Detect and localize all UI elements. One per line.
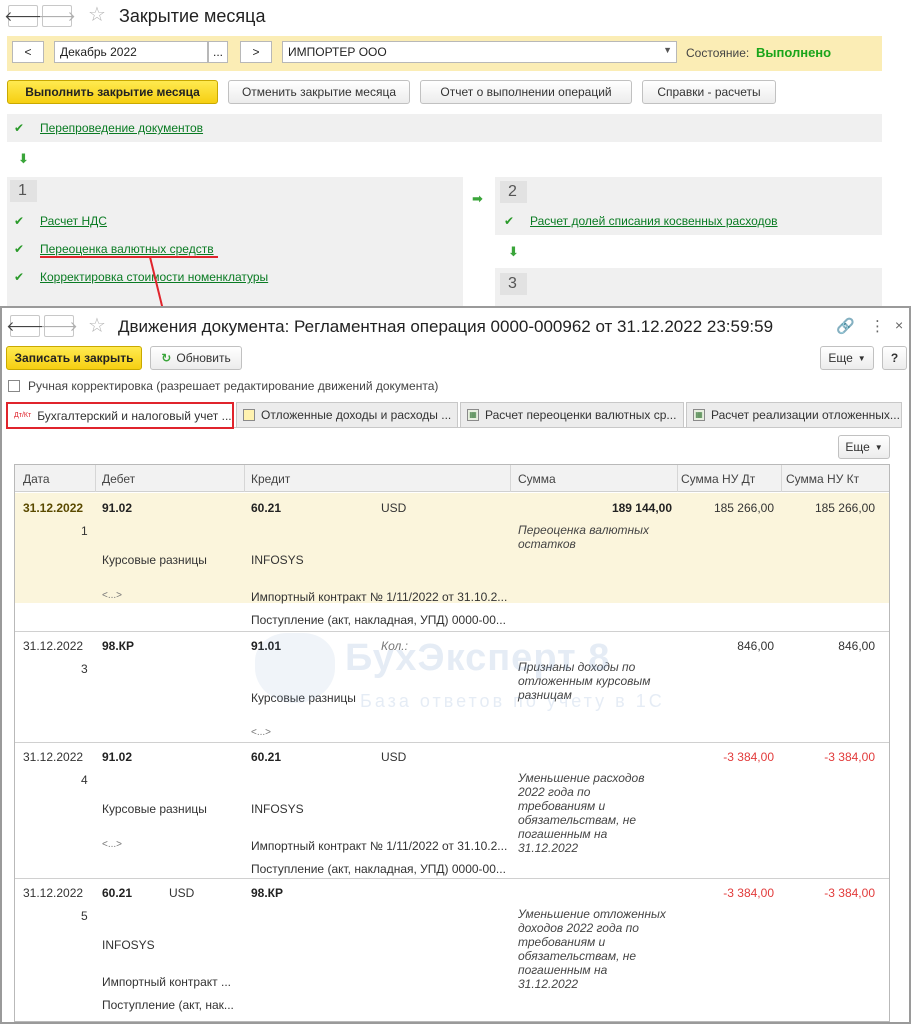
tab-label: Расчет реализации отложенных... bbox=[711, 408, 900, 422]
status-value: Выполнено bbox=[756, 45, 832, 60]
currency-revaluation-link[interactable]: Переоценка валютных средств bbox=[40, 242, 214, 256]
arrow-left-icon: 🡐 bbox=[4, 7, 42, 24]
dialog-title: Движения документа: Регламентная операци… bbox=[118, 317, 774, 336]
watermark-title: БухЭксперт 8 bbox=[345, 637, 611, 679]
check-icon: ✔ bbox=[14, 121, 25, 135]
col-debit[interactable]: Дебет bbox=[102, 472, 135, 486]
more-label: Еще bbox=[845, 440, 870, 454]
col-date[interactable]: Дата bbox=[23, 472, 50, 486]
more-vertical-icon[interactable]: ⋮ bbox=[870, 317, 885, 335]
chevron-down-icon: ▼ bbox=[874, 442, 883, 452]
check-icon: ✔ bbox=[14, 242, 25, 256]
refresh-icon: ↻ bbox=[161, 351, 172, 365]
col-sum-nu-kt[interactable]: Сумма НУ Кт bbox=[786, 472, 859, 486]
vat-calculation-link[interactable]: Расчет НДС bbox=[40, 214, 107, 228]
help-button[interactable]: ? bbox=[882, 346, 907, 370]
tab-label: Отложенные доходы и расходы ... bbox=[261, 408, 452, 422]
arrow-down-icon: ⬇ bbox=[508, 244, 519, 259]
step1-number: 1 bbox=[18, 182, 27, 199]
favorite-star-icon[interactable]: ☆ bbox=[88, 316, 106, 336]
table-icon: ▦ bbox=[467, 409, 479, 421]
watermark-logo bbox=[255, 633, 335, 703]
check-icon: ✔ bbox=[504, 214, 515, 228]
indirect-costs-link[interactable]: Расчет долей списания косвенных расходов bbox=[530, 214, 778, 228]
refresh-button[interactable]: ↻ Обновить bbox=[150, 346, 242, 370]
forward-button[interactable]: 🡒 bbox=[38, 5, 76, 27]
organization-field[interactable]: ИМПОРТЕР ООО ▼ bbox=[282, 41, 677, 63]
period-select-button[interactable]: ... bbox=[208, 41, 228, 63]
calculations-button[interactable]: Справки - расчеты bbox=[642, 80, 776, 104]
tab-label: Расчет переоценки валютных ср... bbox=[485, 408, 677, 422]
tab-currency-revaluation[interactable]: ▦ Расчет переоценки валютных ср... bbox=[460, 402, 684, 428]
arrow-down-icon: ⬇ bbox=[18, 151, 29, 166]
chevron-down-icon: ▼ bbox=[857, 353, 866, 363]
chevron-down-icon[interactable]: ▼ bbox=[663, 45, 672, 55]
step3-panel bbox=[495, 268, 882, 308]
check-icon: ✔ bbox=[14, 270, 25, 284]
tab-label: Бухгалтерский и налоговый учет ... bbox=[37, 408, 232, 423]
more-label: Еще bbox=[828, 351, 853, 365]
status-label: Состояние: bbox=[686, 46, 750, 60]
movements-table: Дата Дебет Кредит Сумма Сумма НУ Дт Сумм… bbox=[14, 464, 890, 1022]
tab-deferred-income[interactable]: Отложенные доходы и расходы ... bbox=[236, 402, 458, 428]
window-title: Закрытие месяца bbox=[119, 6, 266, 26]
period-next-button[interactable]: > bbox=[240, 41, 272, 63]
col-sum[interactable]: Сумма bbox=[518, 472, 556, 486]
step2-number: 2 bbox=[508, 183, 517, 200]
back-button[interactable]: 🡐 bbox=[4, 5, 42, 27]
forward-button[interactable]: 🡒 bbox=[40, 315, 78, 337]
col-sum-nu-dt[interactable]: Сумма НУ Дт bbox=[681, 472, 755, 486]
operations-report-button[interactable]: Отчет о выполнении операций bbox=[420, 80, 632, 104]
refresh-label: Обновить bbox=[176, 351, 231, 365]
organization-value: ИМПОРТЕР ООО bbox=[288, 45, 387, 59]
arrow-right-icon: ➡ bbox=[472, 191, 483, 206]
arrow-right-icon: 🡒 bbox=[40, 317, 78, 334]
period-prev-button[interactable]: < bbox=[12, 41, 44, 63]
check-icon: ✔ bbox=[14, 214, 25, 228]
tab-accounting[interactable]: Дт/Кт Бухгалтерский и налоговый учет ... bbox=[6, 402, 234, 429]
cancel-month-close-button[interactable]: Отменить закрытие месяца bbox=[228, 80, 410, 104]
tabs-bar: Дт/Кт Бухгалтерский и налоговый учет ...… bbox=[6, 402, 902, 429]
more-button[interactable]: Еще ▼ bbox=[820, 346, 874, 370]
watermark-subtitle: База ответов по учету в 1С bbox=[360, 691, 665, 711]
table-header: Дата Дебет Кредит Сумма Сумма НУ Дт Сумм… bbox=[15, 465, 889, 492]
document-movements-dialog: 🡐 🡒 ☆ Движения документа: Регламентная о… bbox=[0, 306, 911, 1024]
arrow-right-icon: 🡒 bbox=[38, 7, 76, 24]
favorite-star-icon[interactable]: ☆ bbox=[88, 5, 106, 25]
reposting-link[interactable]: Перепроведение документов bbox=[40, 121, 203, 135]
step3-number: 3 bbox=[508, 275, 517, 292]
debit-credit-icon: Дт/Кт bbox=[14, 412, 32, 419]
link-icon[interactable]: 🔗 bbox=[836, 317, 855, 335]
period-field[interactable]: Декабрь 2022 bbox=[54, 41, 208, 63]
table-icon: ▦ bbox=[693, 409, 705, 421]
register-icon bbox=[243, 409, 255, 421]
highlight-underline bbox=[40, 256, 218, 258]
save-and-close-button[interactable]: Записать и закрыть bbox=[6, 346, 142, 370]
tab-deferred-realization[interactable]: ▦ Расчет реализации отложенных... bbox=[686, 402, 902, 428]
close-icon[interactable]: × bbox=[895, 317, 903, 333]
arrow-left-icon: 🡐 bbox=[6, 317, 44, 334]
table-more-button[interactable]: Еще ▼ bbox=[838, 435, 890, 459]
col-credit[interactable]: Кредит bbox=[251, 472, 290, 486]
back-button[interactable]: 🡐 bbox=[6, 315, 44, 337]
run-month-close-button[interactable]: Выполнить закрытие месяца bbox=[7, 80, 218, 104]
manual-correction-label: Ручная корректировка (разрешает редактир… bbox=[28, 379, 439, 393]
manual-correction-checkbox[interactable] bbox=[8, 380, 20, 392]
